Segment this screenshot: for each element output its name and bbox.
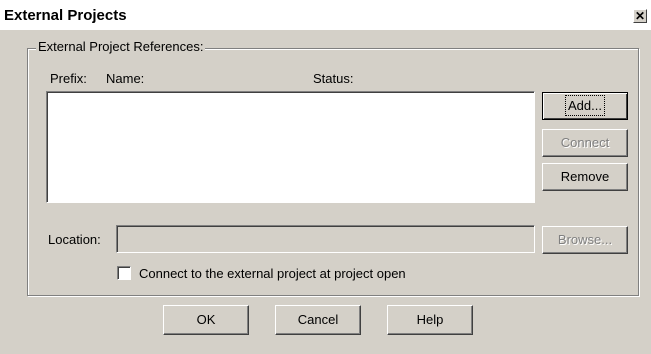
- group-legend: External Project References:: [36, 39, 206, 54]
- title-bar[interactable]: External Projects ✕: [0, 0, 651, 30]
- add-button-label: Add...: [565, 95, 605, 116]
- add-button[interactable]: Add...: [542, 92, 628, 120]
- external-projects-dialog: External Projects ✕ External Project Ref…: [0, 0, 651, 354]
- remove-button[interactable]: Remove: [542, 163, 628, 191]
- browse-button[interactable]: Browse...: [542, 226, 628, 254]
- close-icon[interactable]: ✕: [633, 9, 647, 23]
- connect-button[interactable]: Connect: [542, 129, 628, 157]
- column-header-prefix: Prefix:: [50, 71, 87, 86]
- window-title: External Projects: [4, 7, 127, 24]
- connect-at-open-checkbox[interactable]: [117, 266, 131, 280]
- help-button[interactable]: Help: [387, 305, 473, 335]
- location-field[interactable]: [116, 225, 535, 253]
- project-references-list[interactable]: [46, 91, 535, 203]
- ok-button[interactable]: OK: [163, 305, 249, 335]
- cancel-button[interactable]: Cancel: [275, 305, 361, 335]
- column-header-name: Name:: [106, 71, 145, 86]
- location-label: Location:: [48, 232, 101, 247]
- connect-at-open-label[interactable]: Connect to the external project at proje…: [139, 266, 406, 281]
- column-header-status: Status:: [313, 71, 354, 86]
